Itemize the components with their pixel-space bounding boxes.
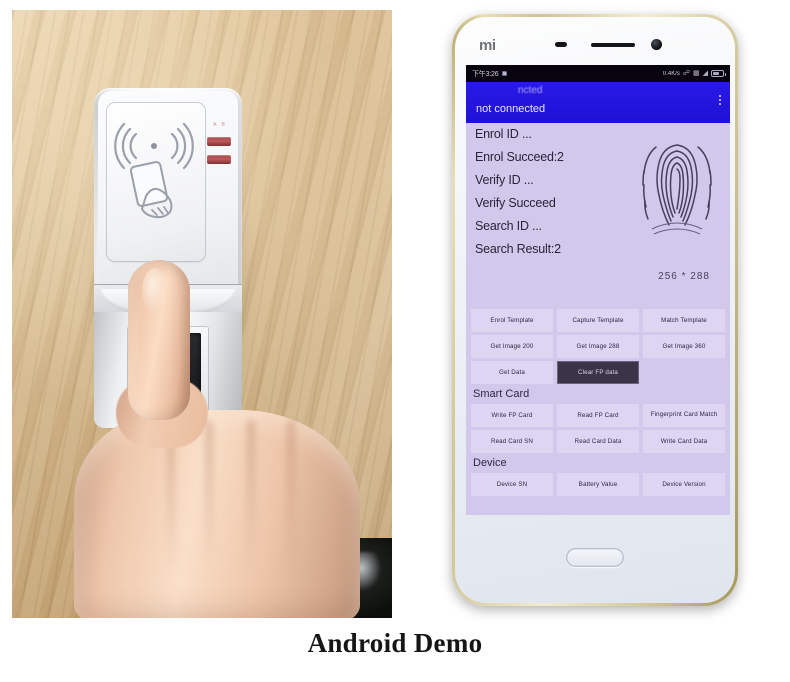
overflow-menu-icon[interactable] (719, 95, 721, 106)
clear-fp-data-button[interactable]: Clear FP data (557, 361, 639, 384)
phone-bottom-bezel (455, 509, 735, 603)
notification-icon (501, 70, 509, 77)
match-template-button[interactable]: Match Template (643, 309, 725, 332)
hand-back (74, 410, 360, 618)
read-fp-card-button[interactable]: Read FP Card (557, 404, 639, 427)
hand-tendon-4 (286, 420, 296, 570)
led-label: A B (213, 122, 227, 128)
get-data-button[interactable]: Get Data (471, 361, 553, 384)
battery-icon (711, 70, 726, 77)
fingerprint-preview-image (638, 133, 716, 241)
status-line-search-id: Search ID ... (475, 219, 542, 233)
network-rate-label: 0.4K/s (662, 70, 680, 77)
device-sn-button[interactable]: Device SN (471, 473, 553, 496)
status-bar-left: 下午3:26 (472, 69, 509, 79)
phone-screen[interactable]: 下午3:26 0.4K/s ☍ ▦ ◢ ncted not connected (466, 65, 730, 515)
read-card-sn-button[interactable]: Read Card SN (471, 430, 553, 453)
status-line-verify-id: Verify ID ... (475, 173, 534, 187)
device-version-button[interactable]: Device Version (643, 473, 725, 496)
fingerprint-card-match-button[interactable]: Fingerprint Card Match (643, 404, 725, 427)
front-camera (651, 39, 662, 50)
status-bar-right: 0.4K/s ☍ ▦ ◢ (662, 70, 726, 77)
proximity-sensor (555, 42, 567, 47)
action-bar-ghost-title: ncted (518, 85, 543, 96)
led-indicator-2 (207, 155, 231, 164)
hand-tendon-2 (204, 420, 214, 570)
status-line-enrol-id: Enrol ID ... (475, 127, 532, 141)
android-phone: mi 下午3:26 0.4K/s ☍ ▦ ◢ ncted not connect… (452, 14, 738, 606)
get-image-360-button[interactable]: Get Image 360 (643, 335, 725, 358)
wifi-icon: ◢ (702, 70, 708, 77)
status-line-enrol-succeed: Enrol Succeed:2 (475, 150, 564, 164)
app-action-bar: ncted not connected (466, 82, 730, 123)
get-image-200-button[interactable]: Get Image 200 (471, 335, 553, 358)
section-label-device: Device (473, 457, 507, 469)
action-bar-title: not connected (476, 103, 546, 115)
write-card-data-button[interactable]: Write Card Data (643, 430, 725, 453)
rfid-card-panel (106, 102, 206, 262)
status-clock: 下午3:26 (472, 70, 499, 78)
app-content: Enrol ID ... Enrol Succeed:2 Verify ID .… (466, 123, 730, 515)
phone-front-face: mi 下午3:26 0.4K/s ☍ ▦ ◢ ncted not connect… (455, 17, 735, 603)
capture-template-button[interactable]: Capture Template (557, 309, 639, 332)
grid-empty-slot (643, 361, 725, 384)
battery-value-button[interactable]: Battery Value (557, 473, 639, 496)
led-indicator-1 (207, 137, 231, 146)
figure-caption: Android Demo (307, 628, 483, 658)
action-button-grid: Enrol Template Capture Template Match Te… (471, 309, 725, 496)
sim-icon: ▦ (692, 70, 700, 77)
section-label-smart-card: Smart Card (473, 388, 530, 400)
phone-top-bezel: mi (455, 17, 735, 65)
hand-tendon-3 (246, 420, 256, 570)
index-finger-on-sensor (128, 260, 190, 420)
earpiece-speaker (591, 43, 635, 47)
enrol-template-button[interactable]: Enrol Template (471, 309, 553, 332)
write-fp-card-button[interactable]: Write FP Card (471, 404, 553, 427)
status-line-search-result: Search Result:2 (475, 242, 561, 256)
image-dimensions-label: 256 * 288 (658, 271, 710, 282)
get-image-288-button[interactable]: Get Image 288 (557, 335, 639, 358)
mi-logo: mi (479, 37, 496, 54)
android-status-bar: 下午3:26 0.4K/s ☍ ▦ ◢ (466, 65, 730, 82)
read-card-data-button[interactable]: Read Card Data (557, 430, 639, 453)
screenshot-root: A B mi 下午3:26 0.4K/s ☍ ▦ ◢ ncted not con… (0, 0, 790, 682)
home-button[interactable] (566, 548, 624, 567)
human-hand (70, 260, 370, 618)
status-text-list: Enrol ID ... Enrol Succeed:2 Verify ID .… (475, 128, 635, 266)
bluetooth-icon: ☍ (682, 70, 690, 77)
status-line-verify-succeed: Verify Succeed (475, 196, 556, 210)
device-status-leds: A B (207, 122, 233, 164)
rfid-card-wave-icon (114, 122, 194, 219)
fingerprint-scanner-photo: A B (12, 10, 392, 618)
